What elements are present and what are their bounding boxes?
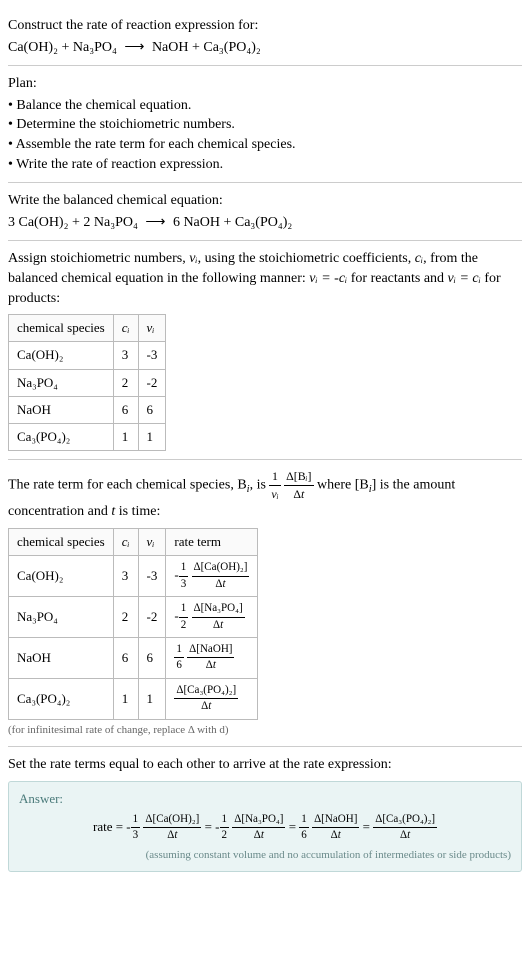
table-row: Ca₃(PO₄)₂ 1 1 [9, 423, 166, 450]
rateterm-intro: The rate term for each chemical species,… [8, 468, 522, 522]
lhs: 3 Ca(OH)₂ + 2 Na₃PO₄ [8, 215, 138, 230]
answer-label: Answer: [19, 790, 511, 808]
lhs: Ca(OH)₂ + Na₃PO₄ [8, 40, 117, 55]
problem-title: Construct the rate of reaction expressio… [8, 16, 522, 36]
rate-cell: -12 Δ[Na₃PO₄]Δt [166, 597, 258, 638]
balanced-section: Write the balanced chemical equation: 3 … [8, 183, 522, 241]
table-header-row: chemical species cᵢ νᵢ [9, 315, 166, 342]
plan-section: Plan: Balance the chemical equation. Det… [8, 66, 522, 183]
col-species: chemical species [9, 528, 114, 555]
table-row: Na₃PO₄ 2 -2 [9, 369, 166, 396]
fraction: Δ[Bᵢ]Δt [284, 468, 313, 502]
plan-list: Balance the chemical equation. Determine… [8, 96, 522, 174]
col-c: cᵢ [113, 315, 138, 342]
rate-cell: Δ[Ca₃(PO₄)₂]Δt [166, 678, 258, 719]
table-row: Na₃PO₄ 2 -2 -12 Δ[Na₃PO₄]Δt [9, 597, 258, 638]
final-title: Set the rate terms equal to each other t… [8, 755, 522, 775]
answer-box: Answer: rate = -13 Δ[Ca(OH)₂]Δt = -12 Δ[… [8, 781, 522, 872]
plan-title: Plan: [8, 74, 522, 94]
col-c: cᵢ [113, 528, 138, 555]
table-row: Ca(OH)₂ 3 -3 -13 Δ[Ca(OH)₂]Δt [9, 556, 258, 597]
col-rate: rate term [166, 528, 258, 555]
plan-item: Balance the chemical equation. [8, 96, 522, 116]
problem-statement: Construct the rate of reaction expressio… [8, 8, 522, 66]
arrow-icon: ⟶ [145, 213, 165, 233]
table-row: NaOH 6 6 [9, 396, 166, 423]
table-row: Ca₃(PO₄)₂ 1 1 Δ[Ca₃(PO₄)₂]Δt [9, 678, 258, 719]
final-section: Set the rate terms equal to each other t… [8, 747, 522, 872]
stoich-table: chemical species cᵢ νᵢ Ca(OH)₂ 3 -3 Na₃P… [8, 314, 166, 451]
col-nu: νᵢ [138, 315, 166, 342]
table-header-row: chemical species cᵢ νᵢ rate term [9, 528, 258, 555]
rateterm-section: The rate term for each chemical species,… [8, 460, 522, 747]
arrow-icon: ⟶ [124, 38, 144, 58]
stoich-intro: Assign stoichiometric numbers, νᵢ, using… [8, 249, 522, 308]
balanced-title: Write the balanced chemical equation: [8, 191, 522, 211]
rateterm-table: chemical species cᵢ νᵢ rate term Ca(OH)₂… [8, 528, 258, 720]
plan-item: Assemble the rate term for each chemical… [8, 135, 522, 155]
unbalanced-equation: Ca(OH)₂ + Na₃PO₄ ⟶ NaOH + Ca₃(PO₄)₂ [8, 38, 522, 58]
fraction: 1νᵢ [269, 468, 280, 502]
plan-item: Write the rate of reaction expression. [8, 155, 522, 175]
plan-item: Determine the stoichiometric numbers. [8, 115, 522, 135]
table-row: NaOH 6 6 16 Δ[NaOH]Δt [9, 637, 258, 678]
rhs: NaOH + Ca₃(PO₄)₂ [152, 40, 261, 55]
rate-cell: -13 Δ[Ca(OH)₂]Δt [166, 556, 258, 597]
answer-disclaimer: (assuming constant volume and no accumul… [19, 848, 511, 863]
rate-cell: 16 Δ[NaOH]Δt [166, 637, 258, 678]
rate-expression: rate = -13 Δ[Ca(OH)₂]Δt = -12 Δ[Na₃PO₄]Δ… [19, 812, 511, 844]
rhs: 6 NaOH + Ca₃(PO₄)₂ [173, 215, 292, 230]
table-row: Ca(OH)₂ 3 -3 [9, 342, 166, 369]
col-nu: νᵢ [138, 528, 166, 555]
balanced-equation: 3 Ca(OH)₂ + 2 Na₃PO₄ ⟶ 6 NaOH + Ca₃(PO₄)… [8, 213, 522, 233]
rateterm-note: (for infinitesimal rate of change, repla… [8, 723, 522, 738]
stoich-section: Assign stoichiometric numbers, νᵢ, using… [8, 241, 522, 460]
col-species: chemical species [9, 315, 114, 342]
